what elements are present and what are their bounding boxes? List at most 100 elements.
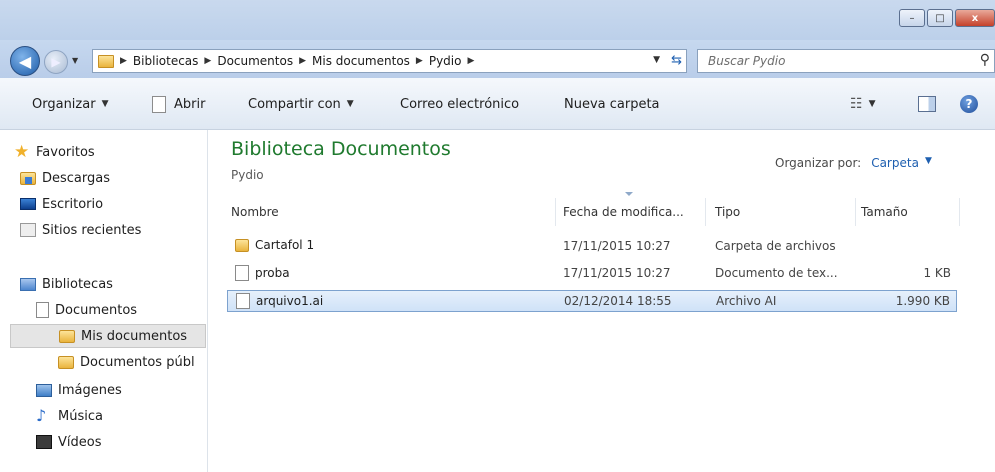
- file-type: Archivo AI: [716, 294, 777, 308]
- open-label: Abrir: [174, 96, 206, 112]
- file-name-text: proba: [255, 266, 290, 280]
- search-box[interactable]: ⚲: [697, 49, 995, 73]
- nav-bibliotecas[interactable]: Bibliotecas: [20, 272, 113, 296]
- preview-pane-icon: [918, 96, 936, 112]
- file-date: 17/11/2015 10:27: [563, 239, 671, 253]
- file-row[interactable]: Cartafol 1 17/11/2015 10:27 Carpeta de a…: [227, 236, 957, 258]
- column-divider[interactable]: [705, 198, 706, 226]
- file-size: 1 KB: [923, 266, 951, 280]
- nav-label: Documentos: [55, 302, 138, 318]
- back-button[interactable]: ◀: [10, 46, 40, 76]
- column-header-size[interactable]: Tamaño: [861, 198, 951, 226]
- column-header-type[interactable]: Tipo: [715, 198, 855, 226]
- address-bar[interactable]: ▶ Bibliotecas ▶ Documentos ▶ Mis documen…: [92, 49, 687, 73]
- nav-item-documentos[interactable]: Documentos: [36, 298, 137, 322]
- chevron-right-icon: ▶: [415, 56, 423, 66]
- folder-icon: [58, 355, 74, 369]
- search-icon[interactable]: ⚲: [980, 52, 990, 68]
- title-bar: – □ x: [0, 0, 995, 40]
- close-button[interactable]: x: [955, 9, 995, 27]
- sort-indicator-icon: [625, 192, 633, 196]
- nav-item-descargas[interactable]: Descargas: [20, 166, 110, 190]
- address-dropdown-button[interactable]: ▼: [653, 55, 660, 65]
- file-icon: [236, 293, 250, 309]
- forward-button[interactable]: ▶: [44, 50, 68, 74]
- column-header-name[interactable]: Nombre: [231, 198, 551, 226]
- maximize-button[interactable]: □: [927, 9, 953, 27]
- downloads-folder-icon: [20, 171, 36, 185]
- content-area: Biblioteca Documentos Pydio Organizar po…: [209, 130, 995, 472]
- file-type: Carpeta de archivos: [715, 239, 836, 253]
- desktop-icon: [20, 198, 36, 210]
- file-date: 02/12/2014 18:55: [564, 294, 672, 308]
- chevron-down-icon: ▼: [101, 99, 109, 109]
- command-bar: Organizar ▼ Abrir Compartir con ▼ Correo…: [0, 78, 995, 130]
- navigation-pane: ★ Favoritos Descargas Escritorio Sitios …: [0, 130, 208, 472]
- recent-pages-dropdown[interactable]: ▼: [72, 57, 80, 65]
- help-icon: ?: [960, 95, 978, 113]
- nav-label: Bibliotecas: [42, 276, 113, 292]
- nav-label: Mis documentos: [81, 328, 188, 344]
- nav-label: Descargas: [42, 170, 111, 186]
- email-button[interactable]: Correo electrónico: [400, 78, 519, 130]
- chevron-right-icon[interactable]: ▶: [467, 56, 474, 66]
- folder-icon: [98, 54, 114, 68]
- nav-label: Música: [58, 408, 103, 424]
- folder-icon: [59, 329, 75, 343]
- breadcrumb-documentos[interactable]: Documentos: [217, 54, 293, 68]
- view-options-icon: ☷: [850, 96, 863, 112]
- open-button[interactable]: Abrir: [152, 78, 205, 130]
- chevron-right-icon: ▶: [204, 56, 212, 66]
- chevron-down-icon[interactable]: ▼: [925, 156, 932, 170]
- organize-label: Organizar: [32, 96, 96, 112]
- chevron-down-icon: ▼: [346, 99, 354, 109]
- star-icon: ★: [14, 142, 30, 162]
- share-with-button[interactable]: Compartir con ▼: [248, 78, 354, 130]
- library-subtitle: Pydio: [231, 168, 264, 182]
- nav-label: Sitios recientes: [42, 222, 142, 238]
- recent-places-icon: [20, 223, 36, 237]
- breadcrumb-bibliotecas[interactable]: Bibliotecas: [133, 54, 198, 68]
- minimize-button[interactable]: –: [899, 9, 925, 27]
- organize-button[interactable]: Organizar ▼: [32, 78, 108, 130]
- nav-item-documentos-publicos[interactable]: Documentos públ: [58, 350, 195, 374]
- column-divider[interactable]: [959, 198, 960, 226]
- nav-label: Imágenes: [58, 382, 122, 398]
- file-row-selected[interactable]: arquivo1.ai 02/12/2014 18:55 Archivo AI …: [227, 290, 957, 312]
- nav-label: Favoritos: [36, 144, 95, 160]
- file-name-text: Cartafol 1: [255, 238, 315, 252]
- search-input[interactable]: [708, 54, 958, 68]
- new-folder-button[interactable]: Nueva carpeta: [564, 78, 660, 130]
- nav-label: Documentos públ: [80, 354, 195, 370]
- help-button[interactable]: ?: [960, 78, 978, 130]
- nav-item-sitios-recientes[interactable]: Sitios recientes: [20, 218, 141, 242]
- file-row[interactable]: proba 17/11/2015 10:27 Documento de tex.…: [227, 263, 957, 285]
- nav-favorites[interactable]: ★ Favoritos: [14, 140, 95, 164]
- arrange-by-label: Organizar por:: [775, 156, 862, 170]
- nav-item-videos[interactable]: Vídeos: [36, 430, 101, 454]
- document-icon: [152, 95, 166, 113]
- forward-arrow-icon: ▶: [51, 55, 61, 69]
- arrange-by: Organizar por: Carpeta ▼: [775, 156, 932, 170]
- share-label: Compartir con: [248, 96, 341, 112]
- text-file-icon: [235, 265, 249, 281]
- breadcrumb-mis-documentos[interactable]: Mis documentos: [312, 54, 410, 68]
- nav-item-imagenes[interactable]: Imágenes: [36, 378, 122, 402]
- refresh-icon[interactable]: ⇆: [671, 53, 682, 68]
- change-view-button[interactable]: ☷ ▼: [850, 78, 875, 130]
- breadcrumb-pydio[interactable]: Pydio: [429, 54, 462, 68]
- music-icon: ♪: [36, 406, 47, 425]
- column-divider[interactable]: [555, 198, 556, 226]
- column-divider[interactable]: [855, 198, 856, 226]
- preview-pane-button[interactable]: [918, 78, 936, 130]
- chevron-right-icon: ▶: [120, 56, 127, 66]
- window-controls: – □ x: [897, 9, 995, 27]
- nav-item-musica[interactable]: ♪ Música: [36, 404, 103, 428]
- column-header-date[interactable]: Fecha de modifica...: [563, 198, 703, 226]
- nav-label: Escritorio: [42, 196, 104, 212]
- nav-item-mis-documentos[interactable]: Mis documentos: [10, 324, 206, 348]
- file-type: Documento de tex...: [715, 266, 838, 280]
- arrange-by-dropdown[interactable]: Carpeta: [871, 156, 919, 170]
- chevron-right-icon: ▶: [299, 56, 307, 66]
- nav-item-escritorio[interactable]: Escritorio: [20, 192, 103, 216]
